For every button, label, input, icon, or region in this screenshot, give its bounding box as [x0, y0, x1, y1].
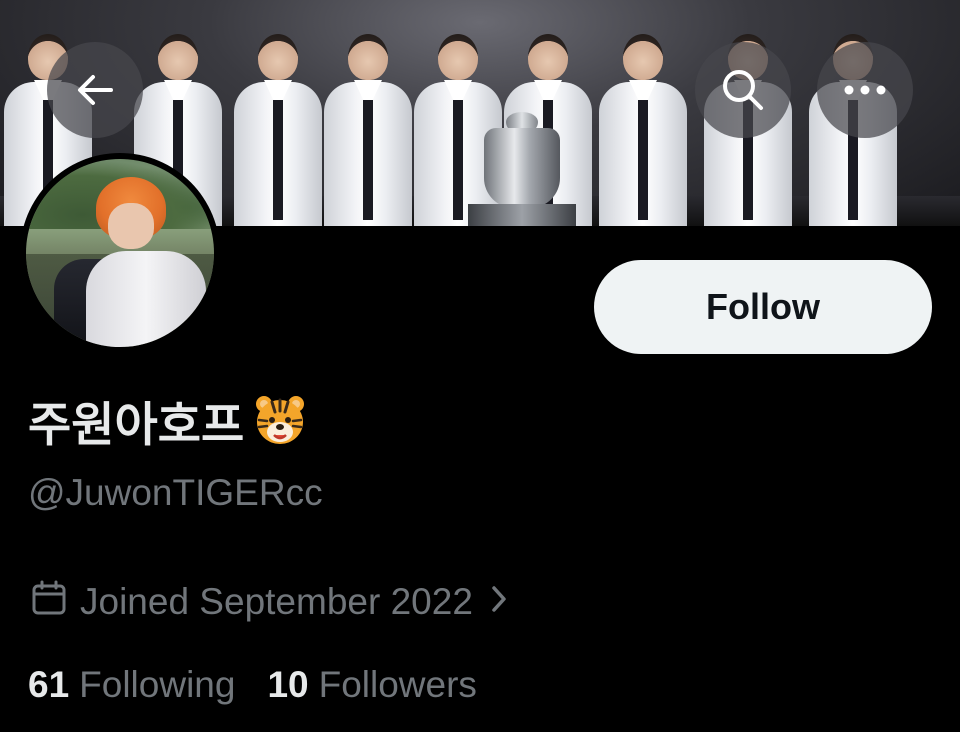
- banner-person: [230, 26, 326, 226]
- display-name-text: 주원아호프: [28, 397, 245, 453]
- banner-person: [320, 26, 416, 226]
- followers-stat[interactable]: 10 Followers: [267, 664, 476, 706]
- display-name: 주원아호프: [28, 388, 308, 453]
- following-count: 61: [28, 664, 70, 705]
- avatar-image: [26, 159, 214, 347]
- following-label: Following: [79, 664, 236, 705]
- joined-date-row[interactable]: Joined September 2022: [30, 577, 509, 627]
- search-button[interactable]: [695, 42, 791, 138]
- follow-button[interactable]: Follow: [594, 260, 932, 354]
- chevron-right-icon: [489, 581, 509, 623]
- followers-count: 10: [267, 664, 309, 705]
- tiger-face-emoji: [252, 392, 308, 448]
- banner-person: [595, 26, 691, 226]
- search-icon: [719, 66, 767, 114]
- back-button[interactable]: [47, 42, 143, 138]
- following-stat[interactable]: 61 Following: [28, 664, 235, 706]
- followers-label: Followers: [318, 664, 477, 705]
- arrow-left-icon: [73, 68, 117, 112]
- calendar-icon: [30, 579, 68, 626]
- more-button[interactable]: [817, 42, 913, 138]
- follow-stats: 61 Following 10 Followers: [28, 660, 509, 710]
- profile-page: Follow 주원아호프 @JuwonTIGERcc Joined Septem…: [0, 0, 960, 732]
- banner-trophy: [462, 108, 582, 226]
- joined-date-text: Joined September 2022: [80, 581, 473, 622]
- avatar[interactable]: [20, 153, 220, 353]
- user-handle: @JuwonTIGERcc: [28, 472, 323, 513]
- more-horizontal-icon: [843, 84, 887, 96]
